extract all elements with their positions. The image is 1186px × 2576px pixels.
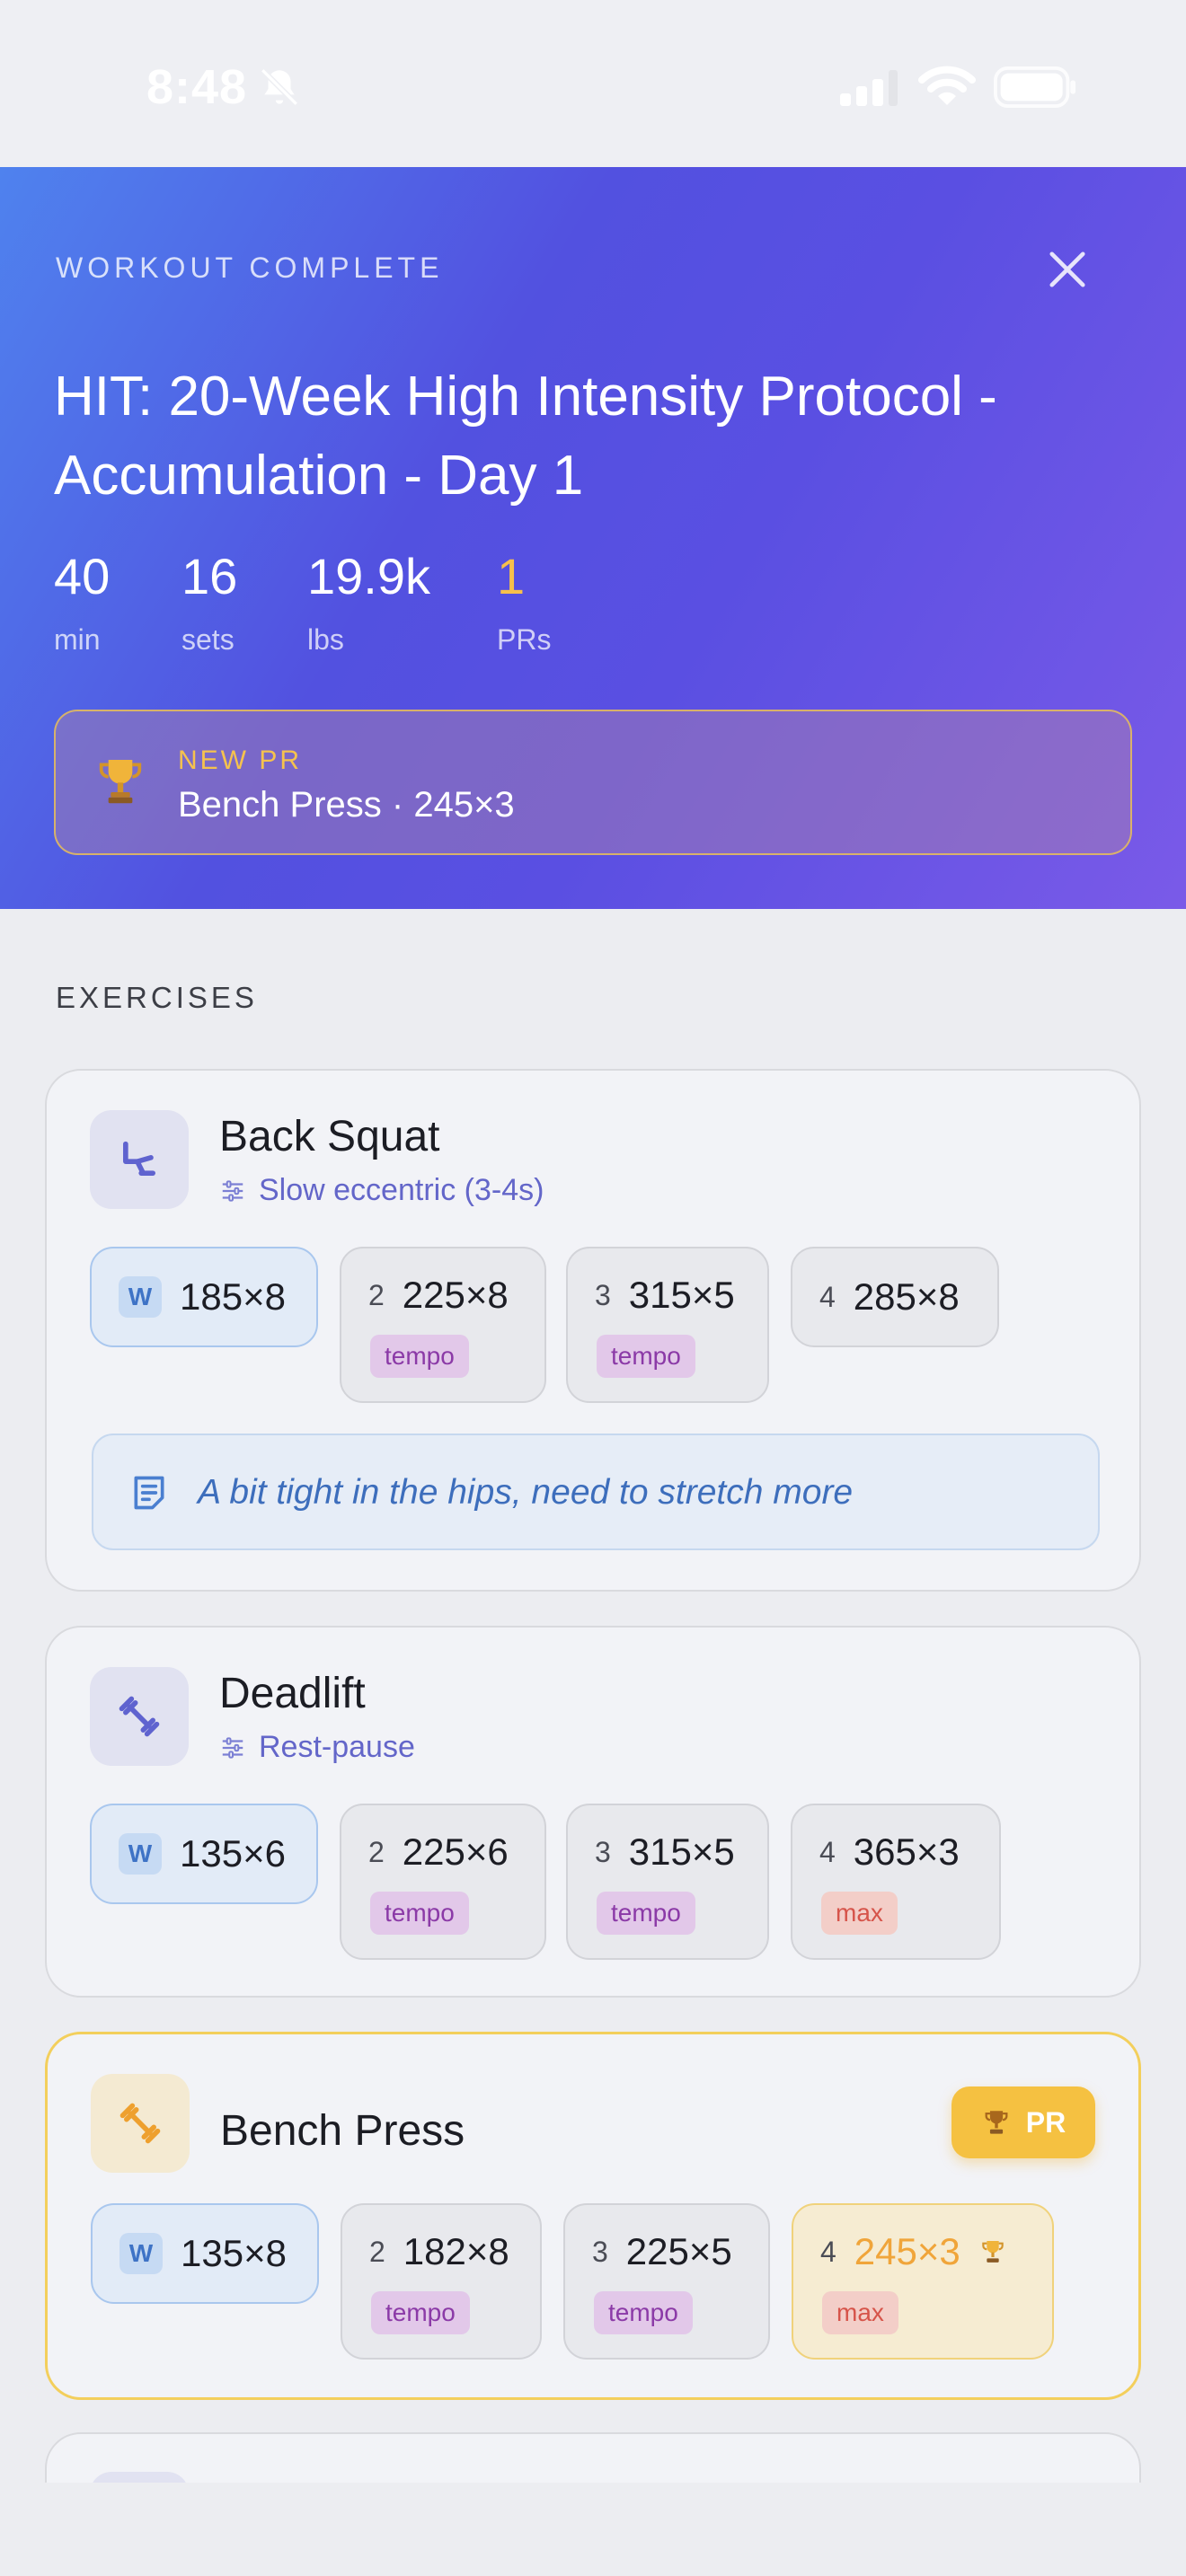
signal-icon: [840, 70, 898, 106]
stat-label: lbs: [307, 623, 344, 656]
trophy-icon: [982, 2241, 1004, 2263]
stat-label: min: [54, 623, 101, 656]
exercise-icon-wrap: [90, 1110, 189, 1209]
set-number: 4: [819, 1280, 836, 1313]
set-chip[interactable]: 2 225×8 tempo: [340, 1247, 546, 1403]
bottom-fade: [0, 2483, 1186, 2576]
workout-title: HIT: 20-Week High Intensity Protocol - A…: [54, 366, 997, 507]
set-chip[interactable]: 4 365×3 max: [791, 1804, 1001, 1960]
wifi-icon: [918, 66, 976, 105]
set-number: 3: [592, 2235, 608, 2268]
tempo-tag: tempo: [597, 1335, 695, 1378]
set-value: 285×8: [853, 1275, 960, 1318]
set-number: 4: [820, 2235, 836, 2268]
exercise-icon-wrap: [91, 2074, 190, 2173]
close-icon: [1049, 251, 1085, 287]
set-value: 225×5: [625, 2230, 732, 2272]
exercise-name: Deadlift: [219, 1670, 366, 1717]
set-value: 135×6: [180, 1832, 286, 1875]
stat-label: sets: [181, 623, 235, 656]
set-chip[interactable]: 3 315×5 tempo: [566, 1247, 769, 1403]
tempo-tag: tempo: [370, 1335, 469, 1378]
set-value: 225×8: [402, 1274, 509, 1316]
set-value: 365×3: [853, 1831, 960, 1873]
technique-label: Rest-pause: [259, 1730, 415, 1764]
bell-off-icon: [261, 68, 298, 106]
set-value: 315×5: [628, 1831, 735, 1873]
set-number: 2: [369, 2235, 385, 2268]
set-chip[interactable]: 3 315×5 tempo: [566, 1804, 769, 1960]
pr-eyebrow: NEW PR: [178, 745, 302, 775]
set-number: 3: [595, 1278, 611, 1311]
exercise-name: Back Squat: [219, 1113, 440, 1160]
leg-press-icon: [123, 1141, 155, 1176]
exercise-card-pr[interactable]: Bench Press PR W 135×8 2 182×8 tempo 3 2…: [45, 2032, 1141, 2400]
tempo-tag: tempo: [597, 1892, 695, 1935]
note-icon: [134, 1476, 164, 1510]
stat-value: 19.9k: [307, 548, 430, 604]
set-value: 315×5: [628, 1274, 735, 1316]
header-eyebrow: WORKOUT COMPLETE: [56, 251, 444, 284]
set-value: 185×8: [180, 1275, 286, 1318]
exercise-technique: Rest-pause: [219, 1730, 415, 1765]
set-value: 225×6: [402, 1831, 509, 1873]
close-button[interactable]: [1040, 243, 1094, 296]
stat-value: 16: [181, 548, 238, 604]
stat-sets: 16 sets: [181, 551, 237, 657]
stat-value: 40: [54, 548, 111, 604]
battery-icon: [994, 66, 1076, 108]
note-text: A bit tight in the hips, need to stretch…: [198, 1473, 854, 1512]
set-value: 135×8: [181, 2232, 287, 2274]
set-chip[interactable]: 4 285×8: [791, 1247, 999, 1347]
exercise-note: A bit tight in the hips, need to stretch…: [92, 1434, 1100, 1550]
status-bar: 8:48: [0, 0, 1186, 167]
technique-label: Slow eccentric (3-4s): [259, 1173, 544, 1207]
set-value: 182×8: [403, 2230, 509, 2272]
set-chip-warmup[interactable]: W 185×8: [90, 1247, 318, 1347]
dumbbell-icon: [119, 1696, 160, 1737]
sliders-icon: [222, 1179, 243, 1202]
sliders-icon: [222, 1736, 243, 1759]
max-tag: max: [821, 1892, 898, 1935]
exercise-card[interactable]: Deadlift Rest-pause W 135×6 2 225×6 temp…: [45, 1626, 1141, 1998]
stat-label: PRs: [497, 623, 552, 656]
stat-value: 1: [497, 548, 526, 604]
pr-badge-label: PR: [1025, 2105, 1067, 2139]
set-number: 4: [819, 1835, 836, 1868]
tempo-tag: tempo: [370, 1892, 469, 1935]
status-time: 8:48: [146, 60, 248, 114]
pr-detail: Bench Press · 245×3: [178, 785, 515, 825]
set-value: 245×3: [854, 2230, 960, 2272]
dumbbell-icon: [119, 2103, 161, 2144]
stat-prs: 1 PRs: [497, 551, 551, 657]
max-tag: max: [822, 2291, 898, 2334]
set-chip[interactable]: 2 182×8 tempo: [341, 2203, 542, 2360]
tempo-tag: tempo: [371, 2291, 470, 2334]
set-chip-warmup[interactable]: W 135×6: [90, 1804, 318, 1904]
exercise-icon-wrap: [90, 1667, 189, 1766]
exercise-technique: Slow eccentric (3-4s): [219, 1173, 544, 1208]
tempo-tag: tempo: [594, 2291, 693, 2334]
set-chip-warmup[interactable]: W 135×8: [91, 2203, 319, 2304]
stat-volume: 19.9k lbs: [307, 551, 430, 657]
new-pr-banner: NEW PR Bench Press · 245×3: [54, 710, 1132, 855]
section-label-exercises: EXERCISES: [56, 981, 258, 1014]
set-chip-pr[interactable]: 4 245×3 max: [792, 2203, 1054, 2360]
set-chip[interactable]: 3 225×5 tempo: [563, 2203, 770, 2360]
set-number: 2: [368, 1835, 385, 1868]
warmup-marker: W: [119, 1833, 162, 1875]
stat-duration: 40 min: [54, 551, 110, 657]
exercise-name: Bench Press: [220, 2107, 465, 2155]
trophy-icon: [99, 760, 142, 804]
pr-badge: PR: [951, 2086, 1095, 2158]
exercise-card[interactable]: Back Squat Slow eccentric (3-4s) W 185×8…: [45, 1069, 1141, 1592]
set-number: 3: [595, 1835, 611, 1868]
trophy-icon: [985, 2111, 1008, 2134]
set-chip[interactable]: 2 225×6 tempo: [340, 1804, 546, 1960]
set-number: 2: [368, 1278, 385, 1311]
warmup-marker: W: [119, 2233, 163, 2274]
warmup-marker: W: [119, 1276, 162, 1318]
workout-summary-header: WORKOUT COMPLETE HIT: 20-Week High Inten…: [0, 167, 1186, 909]
